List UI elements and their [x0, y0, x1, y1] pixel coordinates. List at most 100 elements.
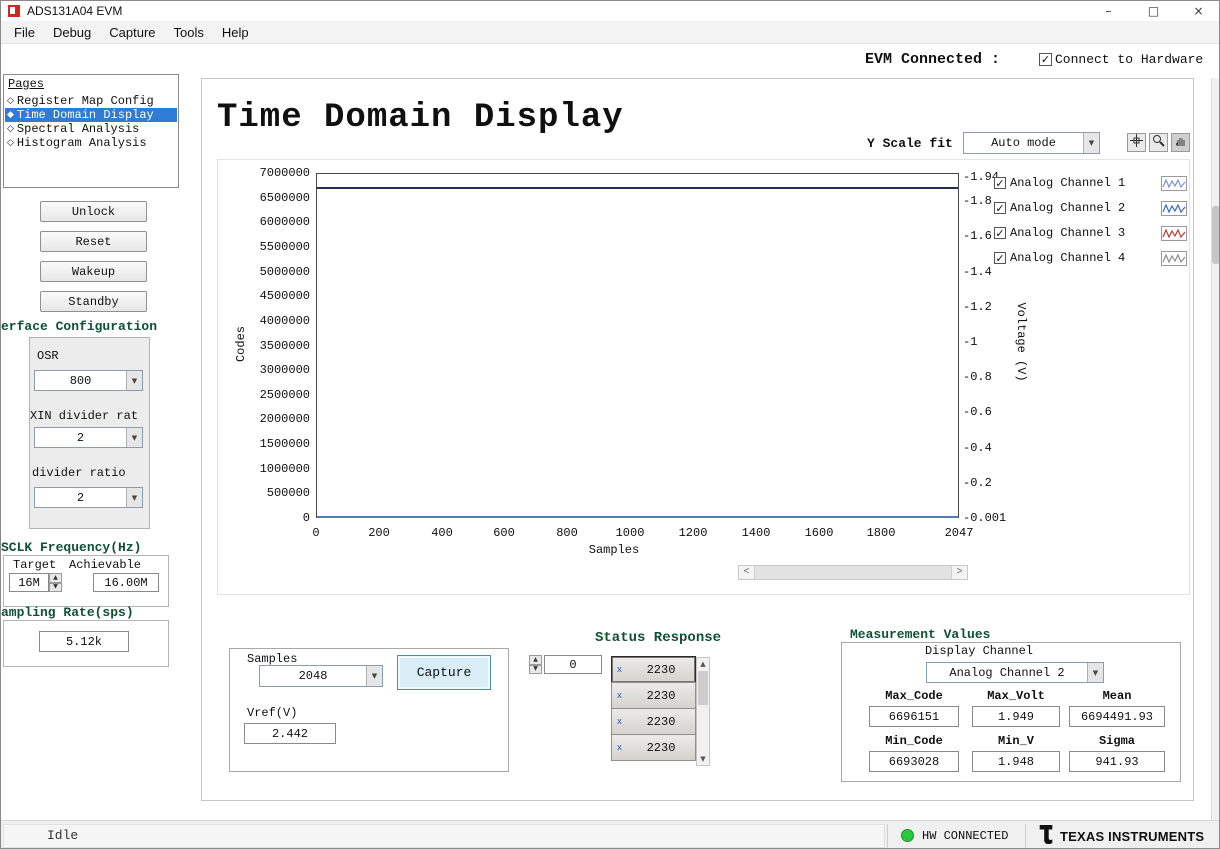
x-axis-tick-label: 1200	[678, 526, 708, 540]
page-item-label: Time Domain Display	[16, 108, 154, 122]
connect-to-hardware-checkbox[interactable]: ✓	[1039, 53, 1052, 66]
window-controls: – □ ×	[1086, 1, 1219, 21]
page-title: Time Domain Display	[217, 99, 624, 137]
maximize-button[interactable]: □	[1131, 1, 1176, 21]
y2-axis-tick-label: -0.4	[963, 441, 992, 455]
scrollbar-thumb[interactable]	[698, 671, 708, 705]
page-item-histogram-analysis[interactable]: ◇ Histogram Analysis	[5, 136, 177, 150]
scrollbar-thumb[interactable]	[1212, 206, 1219, 264]
x-axis-tick-label: 600	[493, 526, 515, 540]
x-axis-tick-label: 1800	[866, 526, 896, 540]
wakeup-button[interactable]: Wakeup	[40, 261, 147, 282]
row-x-marker: x	[616, 664, 623, 675]
display-channel-label: Display Channel	[924, 644, 1034, 658]
diamond-icon: ◇	[7, 124, 14, 134]
page-item-time-domain-display[interactable]: ◆ Time Domain Display	[5, 108, 177, 122]
scroll-right-button[interactable]: >	[952, 566, 967, 579]
iclk-divider-dropdown[interactable]: 2 ▼	[34, 487, 143, 508]
scrollbar-thumb[interactable]	[754, 566, 952, 579]
samples-value: 2048	[298, 669, 328, 683]
spin-up-button[interactable]: ▲	[529, 655, 542, 665]
cursor-tool-button[interactable]	[1127, 133, 1146, 152]
status-row[interactable]: x 2230	[611, 656, 696, 683]
scroll-up-button[interactable]: ▲	[697, 658, 709, 670]
y-axis-tick-label: 7000000	[259, 166, 310, 180]
pan-tool-button[interactable]	[1171, 133, 1190, 152]
page-item-register-map-config[interactable]: ◇ Register Map Config	[5, 94, 177, 108]
waveform-icon[interactable]	[1161, 225, 1187, 241]
status-row[interactable]: x 2230	[611, 708, 696, 735]
pages-box: Pages ◇ Register Map Config ◆ Time Domain D…	[3, 74, 179, 188]
osr-dropdown[interactable]: 800 ▼	[34, 370, 143, 391]
menu-item-tools[interactable]: Tools	[165, 22, 213, 43]
check-icon: ✓	[1040, 53, 1051, 66]
reset-button[interactable]: Reset	[40, 231, 147, 252]
waveform-icon[interactable]	[1161, 250, 1187, 266]
vref-input[interactable]: 2.442	[244, 723, 336, 744]
pages-list: ◇ Register Map Config ◆ Time Domain Display…	[5, 94, 177, 150]
channel-checkbox[interactable]: ✓	[994, 227, 1006, 239]
legend-channel-label: Analog Channel 2	[1010, 201, 1126, 215]
y-axis-tick-label: 4500000	[259, 289, 310, 303]
y-axis-tick-label: 500000	[266, 486, 310, 500]
y2-axis-tick-label: -0.001	[963, 511, 1007, 525]
spin-down-button[interactable]: ▼	[49, 582, 62, 592]
standby-button[interactable]: Standby	[40, 291, 147, 312]
y-axis-tick-label: 1500000	[259, 437, 310, 451]
status-row-value: 2230	[646, 662, 676, 677]
scroll-down-button[interactable]: ▼	[697, 753, 709, 765]
target-frequency-input[interactable]: 16M	[9, 573, 49, 592]
capture-button[interactable]: Capture	[397, 655, 491, 690]
check-icon: ✓	[995, 226, 1005, 240]
waveform-icon[interactable]	[1161, 175, 1187, 191]
scroll-left-button[interactable]: <	[739, 566, 754, 579]
legend-channel-label: Analog Channel 3	[1010, 226, 1126, 240]
y-axis-tick-label: 5500000	[259, 240, 310, 254]
target-frequency-spinner: ▲ ▼	[49, 573, 62, 592]
x-axis-tick-label: 1400	[741, 526, 771, 540]
plot-area	[316, 173, 959, 518]
sidebar-buttons: Unlock Reset Wakeup Standby	[40, 201, 147, 312]
y2-axis-title: Voltage (V)	[1014, 302, 1028, 382]
samples-dropdown[interactable]: 2048 ▼	[259, 665, 383, 687]
spin-up-button[interactable]: ▲	[49, 573, 62, 583]
y-scale-fit-dropdown[interactable]: Auto mode ▼	[963, 132, 1100, 154]
legend-item-2: ✓ Analog Channel 2	[994, 200, 1187, 216]
series-line-baseline	[317, 516, 958, 518]
close-button[interactable]: ×	[1176, 1, 1219, 21]
status-response-list: x 2230 x 2230 x 2230 x 2230	[611, 656, 696, 761]
channel-checkbox[interactable]: ✓	[994, 252, 1006, 264]
x-axis-tick-label: 2047	[944, 526, 974, 540]
display-channel-dropdown[interactable]: Analog Channel 2 ▼	[926, 662, 1104, 683]
row-x-marker: x	[616, 742, 623, 753]
menu-item-debug[interactable]: Debug	[44, 22, 100, 43]
crosshair-icon	[1130, 134, 1143, 151]
window-title: ADS131A04 EVM	[27, 4, 123, 18]
status-index-spinner: ▲ ▼ 0	[529, 655, 602, 674]
pages-title: Pages	[8, 77, 45, 91]
status-row[interactable]: x 2230	[611, 734, 696, 761]
menu-item-file[interactable]: File	[5, 22, 44, 43]
legend-item-1: ✓ Analog Channel 1	[994, 175, 1187, 191]
spin-down-button[interactable]: ▼	[529, 664, 542, 674]
menu-item-capture[interactable]: Capture	[100, 22, 164, 43]
page-item-spectral-analysis[interactable]: ◇ Spectral Analysis	[5, 122, 177, 136]
status-index-value[interactable]: 0	[544, 655, 602, 674]
dropdown-arrow-icon: ▼	[1083, 133, 1099, 153]
y-scale-fit-value: Auto mode	[991, 136, 1056, 150]
waveform-icon[interactable]	[1161, 200, 1187, 216]
channel-checkbox[interactable]: ✓	[994, 202, 1006, 214]
clkin-divider-dropdown[interactable]: 2 ▼	[34, 427, 143, 448]
minimize-button[interactable]: –	[1086, 1, 1131, 21]
y-axis-tick-label: 4000000	[259, 314, 310, 328]
y-axis-tick-label: 2500000	[259, 388, 310, 402]
graph-tools	[1127, 133, 1190, 152]
unlock-button[interactable]: Unlock	[40, 201, 147, 222]
channel-checkbox[interactable]: ✓	[994, 177, 1006, 189]
zoom-tool-button[interactable]	[1149, 133, 1168, 152]
measurement-field-value: 6693028	[869, 751, 959, 772]
menu-item-help[interactable]: Help	[213, 22, 258, 43]
evm-connected-label: EVM Connected :	[865, 51, 1001, 68]
status-row[interactable]: x 2230	[611, 682, 696, 709]
measurement-field-label: Max_Volt	[987, 689, 1045, 703]
